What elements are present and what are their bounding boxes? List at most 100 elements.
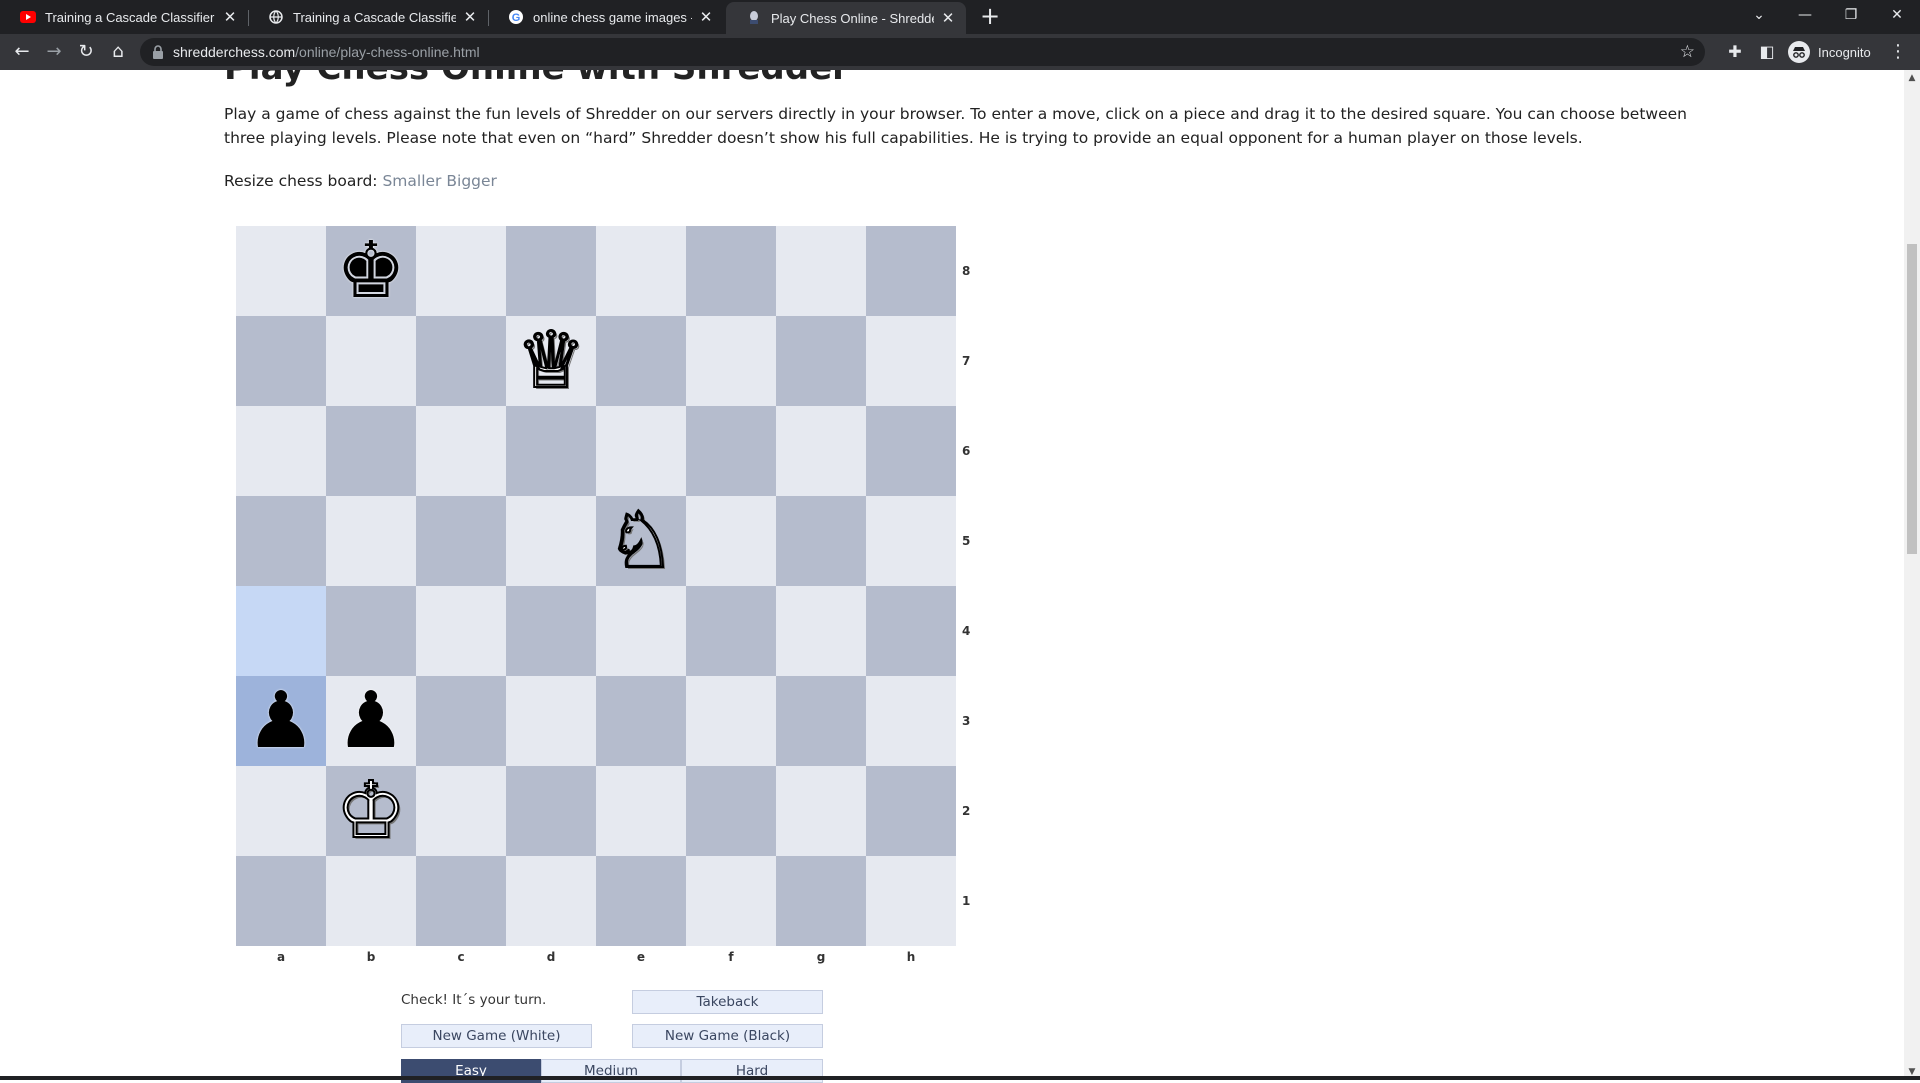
close-icon[interactable]: ✕ bbox=[462, 8, 478, 26]
square-f6[interactable] bbox=[686, 406, 776, 496]
square-a6[interactable] bbox=[236, 406, 326, 496]
square-b2[interactable]: ♔ bbox=[326, 766, 416, 856]
square-f7[interactable] bbox=[686, 316, 776, 406]
square-e5[interactable]: ♘ bbox=[596, 496, 686, 586]
minimize-icon[interactable]: — bbox=[1782, 0, 1828, 30]
square-b4[interactable] bbox=[326, 586, 416, 676]
square-g1[interactable] bbox=[776, 856, 866, 946]
new-tab-button[interactable]: + bbox=[976, 2, 1004, 30]
square-a1[interactable] bbox=[236, 856, 326, 946]
square-c6[interactable] bbox=[416, 406, 506, 496]
square-e2[interactable] bbox=[596, 766, 686, 856]
square-g3[interactable] bbox=[776, 676, 866, 766]
square-b5[interactable] bbox=[326, 496, 416, 586]
page-scrollbar[interactable]: ▲ ▼ bbox=[1904, 70, 1920, 1080]
square-h6[interactable] bbox=[866, 406, 956, 496]
white-knight-icon[interactable]: ♘ bbox=[605, 501, 677, 581]
square-a8[interactable] bbox=[236, 226, 326, 316]
bookmark-star-icon[interactable]: ☆ bbox=[1680, 38, 1695, 66]
square-b1[interactable] bbox=[326, 856, 416, 946]
extensions-icon[interactable]: ✚ bbox=[1721, 38, 1749, 66]
close-icon[interactable]: ✕ bbox=[698, 8, 714, 26]
square-g4[interactable] bbox=[776, 586, 866, 676]
square-e7[interactable] bbox=[596, 316, 686, 406]
square-c7[interactable] bbox=[416, 316, 506, 406]
square-d4[interactable] bbox=[506, 586, 596, 676]
square-h2[interactable] bbox=[866, 766, 956, 856]
back-icon[interactable]: ← bbox=[8, 38, 36, 66]
square-h1[interactable] bbox=[866, 856, 956, 946]
square-d1[interactable] bbox=[506, 856, 596, 946]
url-text[interactable]: shredderchess.com/online/play-chess-onli… bbox=[173, 38, 480, 66]
square-b3[interactable]: ♟ bbox=[326, 676, 416, 766]
home-icon[interactable]: ⌂ bbox=[104, 38, 132, 66]
square-d8[interactable] bbox=[506, 226, 596, 316]
chess-board[interactable]: ♚ ♕ ♘ ♟ ♟ ♔ bbox=[236, 226, 956, 946]
square-d3[interactable] bbox=[506, 676, 596, 766]
square-e4[interactable] bbox=[596, 586, 686, 676]
square-g6[interactable] bbox=[776, 406, 866, 496]
square-g7[interactable] bbox=[776, 316, 866, 406]
square-e8[interactable] bbox=[596, 226, 686, 316]
square-c1[interactable] bbox=[416, 856, 506, 946]
square-h8[interactable] bbox=[866, 226, 956, 316]
reload-icon[interactable]: ↻ bbox=[72, 38, 100, 66]
tab-4-active[interactable]: Play Chess Online - Shredder Che ✕ bbox=[726, 2, 966, 34]
square-h5[interactable] bbox=[866, 496, 956, 586]
black-pawn-icon[interactable]: ♟ bbox=[336, 682, 406, 760]
scroll-up-icon[interactable]: ▲ bbox=[1904, 70, 1920, 86]
scrollbar-thumb[interactable] bbox=[1907, 244, 1917, 554]
tab-2[interactable]: Training a Cascade Classifier - Le ✕ bbox=[248, 0, 488, 34]
square-d6[interactable] bbox=[506, 406, 596, 496]
tab-3[interactable]: G online chess game images - Goo ✕ bbox=[488, 0, 724, 34]
resize-bigger-link[interactable]: Bigger bbox=[446, 172, 497, 190]
square-a4[interactable] bbox=[236, 586, 326, 676]
white-queen-icon[interactable]: ♕ bbox=[515, 321, 587, 401]
square-g5[interactable] bbox=[776, 496, 866, 586]
square-h4[interactable] bbox=[866, 586, 956, 676]
menu-icon[interactable]: ⋮ bbox=[1884, 38, 1912, 66]
square-f5[interactable] bbox=[686, 496, 776, 586]
square-f4[interactable] bbox=[686, 586, 776, 676]
square-c5[interactable] bbox=[416, 496, 506, 586]
tab-search-icon[interactable]: ⌄ bbox=[1736, 0, 1782, 30]
white-king-icon[interactable]: ♔ bbox=[335, 771, 407, 851]
square-g2[interactable] bbox=[776, 766, 866, 856]
square-e6[interactable] bbox=[596, 406, 686, 496]
square-f3[interactable] bbox=[686, 676, 776, 766]
square-a3[interactable]: ♟ bbox=[236, 676, 326, 766]
square-e3[interactable] bbox=[596, 676, 686, 766]
square-a7[interactable] bbox=[236, 316, 326, 406]
forward-icon[interactable]: → bbox=[40, 38, 68, 66]
square-a5[interactable] bbox=[236, 496, 326, 586]
square-c8[interactable] bbox=[416, 226, 506, 316]
square-g8[interactable] bbox=[776, 226, 866, 316]
close-icon[interactable]: ✕ bbox=[940, 9, 956, 27]
square-c2[interactable] bbox=[416, 766, 506, 856]
square-d5[interactable] bbox=[506, 496, 596, 586]
takeback-button[interactable]: Takeback bbox=[632, 990, 823, 1014]
new-game-white-button[interactable]: New Game (White) bbox=[401, 1024, 592, 1048]
square-d7[interactable]: ♕ bbox=[506, 316, 596, 406]
square-e1[interactable] bbox=[596, 856, 686, 946]
new-game-black-button[interactable]: New Game (Black) bbox=[632, 1024, 823, 1048]
square-h3[interactable] bbox=[866, 676, 956, 766]
tab-1[interactable]: Training a Cascade Classifier - Op ✕ bbox=[0, 0, 248, 34]
square-c3[interactable] bbox=[416, 676, 506, 766]
black-pawn-icon[interactable]: ♟ bbox=[246, 682, 316, 760]
square-f1[interactable] bbox=[686, 856, 776, 946]
lock-icon[interactable] bbox=[152, 44, 168, 60]
side-panel-icon[interactable]: ◧ bbox=[1753, 38, 1781, 66]
square-b6[interactable] bbox=[326, 406, 416, 496]
close-icon[interactable]: ✕ bbox=[222, 8, 238, 26]
resize-smaller-link[interactable]: Smaller bbox=[382, 172, 441, 190]
square-h7[interactable] bbox=[866, 316, 956, 406]
address-bar[interactable]: shredderchess.com/online/play-chess-onli… bbox=[140, 38, 1705, 66]
black-king-icon[interactable]: ♚ bbox=[336, 232, 406, 310]
square-d2[interactable] bbox=[506, 766, 596, 856]
incognito-indicator[interactable]: Incognito bbox=[1788, 38, 1871, 66]
square-b7[interactable] bbox=[326, 316, 416, 406]
square-c4[interactable] bbox=[416, 586, 506, 676]
square-f8[interactable] bbox=[686, 226, 776, 316]
restore-icon[interactable]: ❐ bbox=[1828, 0, 1874, 30]
